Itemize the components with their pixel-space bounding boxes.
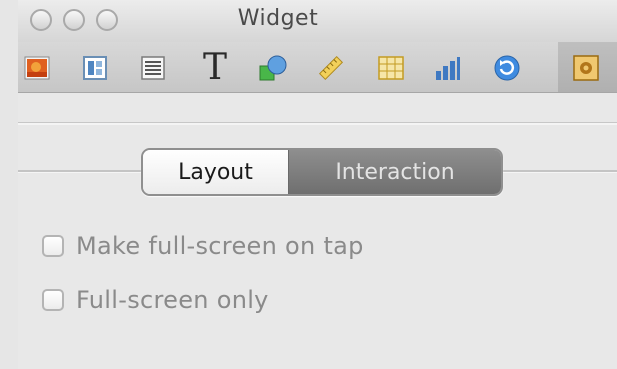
pane-separator (18, 122, 617, 125)
chart-icon[interactable] (432, 53, 462, 83)
tab-interaction[interactable]: Interaction (288, 150, 501, 194)
inspector-window: Widget T Layout Interaction Make full-sc… (18, 0, 617, 369)
text-block-icon[interactable] (138, 53, 168, 83)
fullscreen-on-tap-label: Make full-screen on tap (76, 232, 364, 260)
title-bar[interactable]: Widget (18, 0, 617, 42)
layout-icon[interactable] (80, 53, 110, 83)
table-icon[interactable] (376, 53, 406, 83)
fullscreen-only-label: Full-screen only (76, 286, 269, 314)
close-window-button[interactable] (30, 9, 52, 31)
minimize-window-button[interactable] (63, 9, 85, 31)
shapes-icon[interactable] (258, 53, 288, 83)
fullscreen-only-option[interactable]: Full-screen only (42, 285, 269, 315)
tab-layout[interactable]: Layout (143, 150, 288, 194)
fullscreen-on-tap-checkbox[interactable] (42, 235, 64, 257)
ruler-icon[interactable] (316, 53, 346, 83)
refresh-icon[interactable] (492, 53, 522, 83)
inspector-tabs: Layout Interaction (141, 148, 503, 196)
divider-left (18, 170, 141, 173)
text-icon[interactable]: T (196, 47, 234, 88)
text-icon-glyph: T (202, 47, 227, 88)
window-title: Widget (237, 6, 319, 31)
photo-icon[interactable] (22, 53, 52, 83)
divider-right (499, 170, 617, 173)
fullscreen-on-tap-option[interactable]: Make full-screen on tap (42, 231, 364, 261)
zoom-window-button[interactable] (96, 9, 118, 31)
widget-icon[interactable] (571, 53, 601, 83)
fullscreen-only-checkbox[interactable] (42, 289, 64, 311)
inspector-toolbar: T (18, 42, 617, 93)
